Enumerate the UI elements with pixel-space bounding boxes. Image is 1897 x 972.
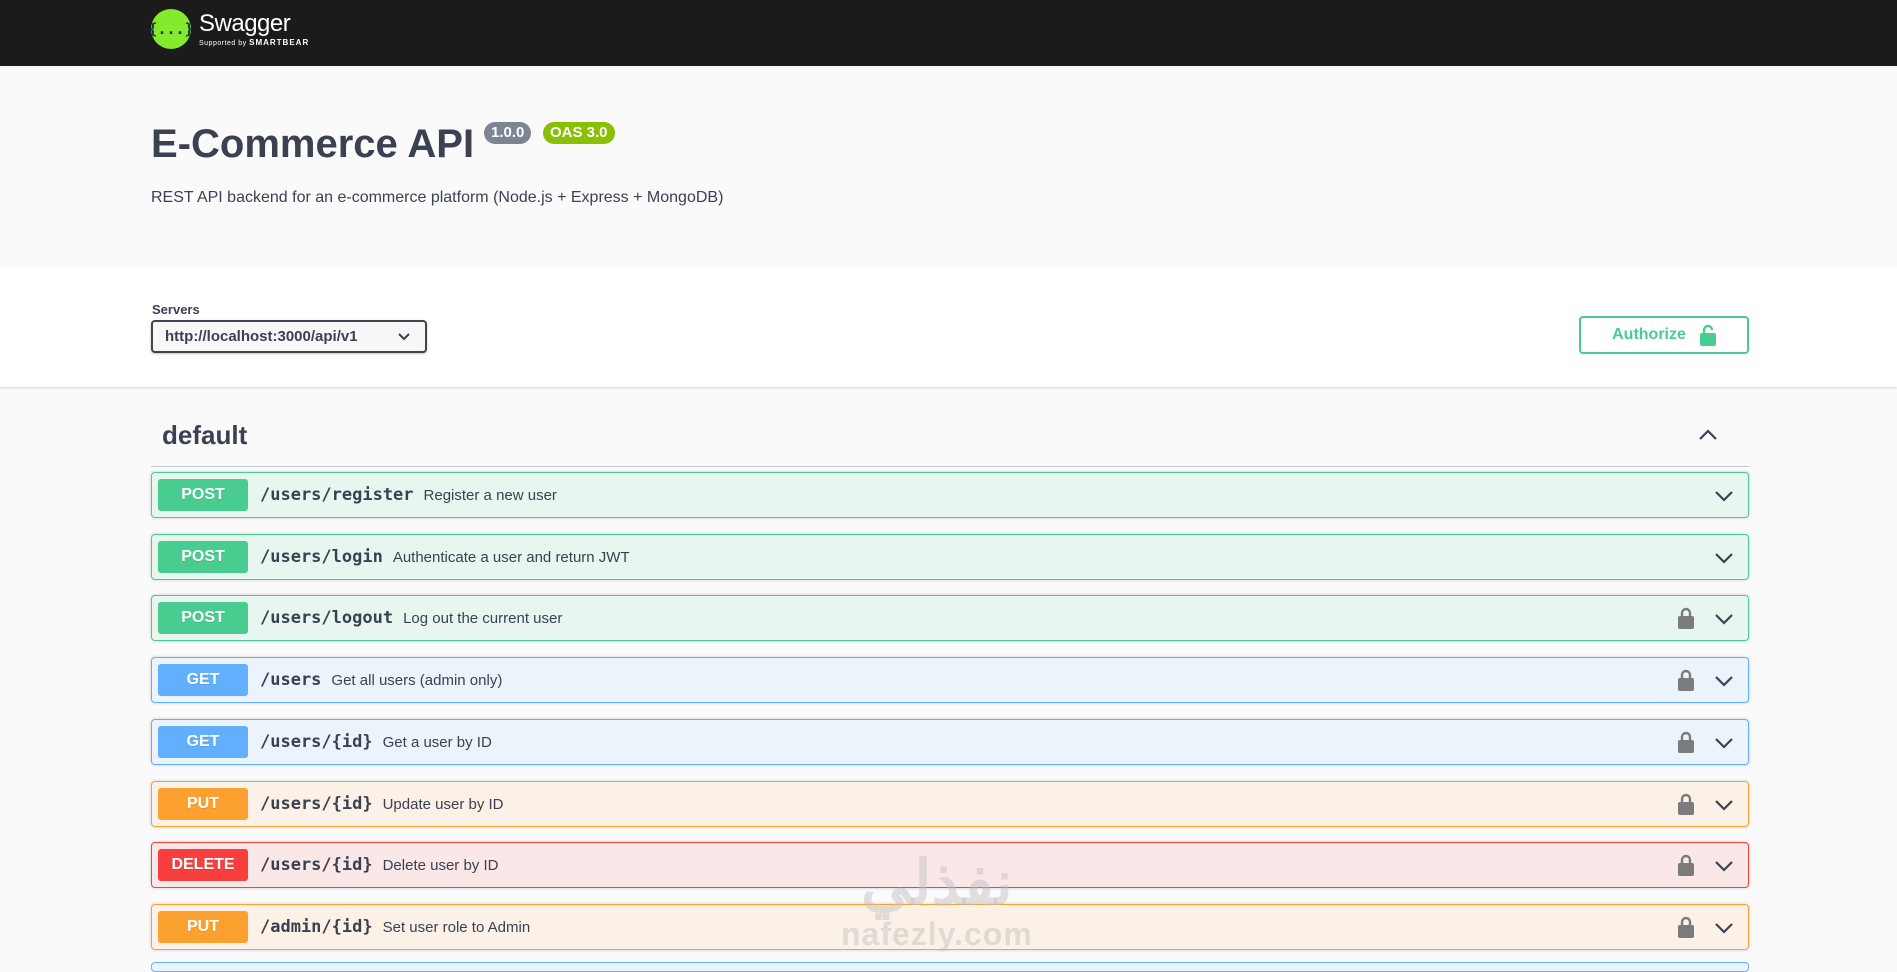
operation-summary: Get a user by ID — [382, 733, 492, 751]
method-badge: DELETE — [158, 849, 248, 881]
operation-path-row: /users/logout Log out the current user — [260, 608, 562, 628]
operation-summary: Update user by ID — [382, 795, 504, 813]
api-description: REST API backend for an e-commerce platf… — [151, 189, 724, 206]
operation-path-row: /users/{id} Delete user by ID — [260, 855, 498, 875]
oas-version-badge: OAS 3.0 — [543, 122, 615, 144]
operation-path-row: /users/{id} Get a user by ID — [260, 732, 492, 752]
lock-icon[interactable] — [1678, 669, 1694, 696]
swagger-logo-icon: {...} — [148, 9, 194, 49]
server-select[interactable]: http://localhost:3000/api/v1 — [151, 320, 427, 353]
operation-post[interactable]: POST/users/logout Log out the current use… — [151, 595, 1749, 641]
chevron-down-icon[interactable] — [1714, 486, 1734, 511]
api-title: E-Commerce API — [151, 122, 475, 166]
operation-path-row: /users/{id} Update user by ID — [260, 794, 504, 814]
tag-section-title[interactable]: default — [162, 420, 247, 451]
lock-icon[interactable] — [1678, 607, 1694, 634]
section-divider — [151, 466, 1749, 467]
operation-path: /users/register — [260, 485, 414, 505]
authorize-button[interactable]: Authorize — [1579, 316, 1749, 354]
operation-path: /users/{id} — [260, 855, 373, 875]
logo-brand-text: SMARTBEAR — [249, 37, 310, 47]
operation-get[interactable]: GET/users Get all users (admin only) — [151, 657, 1749, 703]
lock-icon[interactable] — [1678, 854, 1694, 881]
operation-path-row: /admin/{id} Set user role to Admin — [260, 917, 530, 937]
method-badge: GET — [158, 664, 248, 696]
operation-path-row: /users Get all users (admin only) — [260, 670, 502, 690]
method-badge: POST — [158, 479, 248, 511]
swagger-logo-tagline: Supported by SMARTBEAR — [199, 37, 310, 47]
chevron-down-icon[interactable] — [1714, 795, 1734, 820]
chevron-down-icon[interactable] — [1714, 733, 1734, 758]
operation-path-row: /users/register Register a new user — [260, 485, 557, 505]
operation-put[interactable]: PUT/admin/{id} Set user role to Admin — [151, 904, 1749, 950]
operation-summary: Delete user by ID — [382, 856, 499, 874]
operation-post[interactable]: POST/users/login Authenticate a user and … — [151, 534, 1749, 580]
operation-summary: Set user role to Admin — [382, 918, 531, 936]
chevron-down-icon[interactable] — [1714, 548, 1734, 573]
operation-path: /users/logout — [260, 608, 394, 628]
chevron-down-icon[interactable] — [1714, 856, 1734, 881]
chevron-down-icon[interactable] — [1714, 918, 1734, 943]
version-badge: 1.0.0 — [484, 122, 532, 144]
chevron-down-icon — [397, 329, 411, 346]
lock-icon[interactable] — [1678, 731, 1694, 758]
swagger-logo-name: Swagger — [199, 9, 291, 37]
operation-post[interactable]: POST/users/register Register a new user — [151, 472, 1749, 518]
operation-delete[interactable]: DELETE/users/{id} Delete user by ID — [151, 842, 1749, 888]
operation-block-partial[interactable] — [151, 962, 1749, 972]
operation-get[interactable]: GET/users/{id} Get a user by ID — [151, 719, 1749, 765]
chevron-up-icon[interactable] — [1697, 424, 1719, 451]
method-badge: PUT — [158, 911, 248, 943]
operation-path: /admin/{id} — [260, 917, 373, 937]
operation-summary: Authenticate a user and return JWT — [392, 548, 630, 566]
chevron-down-icon[interactable] — [1714, 609, 1734, 634]
chevron-down-icon[interactable] — [1714, 671, 1734, 696]
lock-icon[interactable] — [1678, 793, 1694, 820]
operation-summary: Log out the current user — [403, 609, 563, 627]
top-bar: {...} Swagger Supported by SMARTBEAR — [0, 0, 1897, 66]
method-badge: POST — [158, 602, 248, 634]
operation-summary: Get all users (admin only) — [331, 671, 503, 689]
operation-put[interactable]: PUT/users/{id} Update user by ID — [151, 781, 1749, 827]
method-badge: PUT — [158, 788, 248, 820]
method-badge: POST — [158, 541, 248, 573]
operation-path: /users/login — [260, 547, 383, 567]
operation-summary: Register a new user — [423, 486, 557, 504]
swagger-logo[interactable]: {...} Swagger Supported by SMARTBEAR — [148, 9, 310, 49]
operation-path: /users/{id} — [260, 794, 373, 814]
lock-icon[interactable] — [1678, 916, 1694, 943]
unlock-icon — [1699, 324, 1716, 346]
servers-label: Servers — [152, 302, 200, 317]
logo-supported-text: Supported by — [199, 39, 247, 47]
method-badge: GET — [158, 726, 248, 758]
server-select-value: http://localhost:3000/api/v1 — [165, 328, 358, 345]
operation-path-row: /users/login Authenticate a user and retu… — [260, 547, 630, 567]
operation-path: /users — [260, 670, 322, 690]
operation-path: /users/{id} — [260, 732, 373, 752]
authorize-label: Authorize — [1612, 326, 1686, 343]
